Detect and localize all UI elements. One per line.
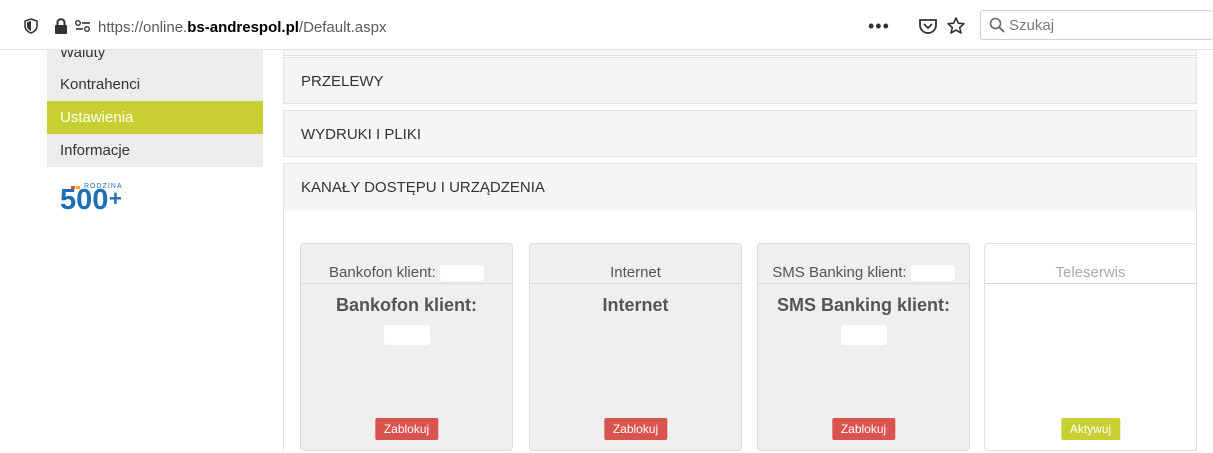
url-path: /Default.aspx bbox=[298, 19, 387, 36]
logo-plus: + bbox=[109, 186, 122, 211]
main-content: PRZELEWY WYDRUKI I PLIKI KANAŁY DOSTĘPU … bbox=[283, 50, 1197, 451]
card-header: Bankofon klient: bbox=[301, 244, 512, 284]
address-bar-url[interactable]: https://online.bs-andrespol.pl/Default.a… bbox=[98, 19, 386, 36]
card-title: Internet bbox=[602, 295, 669, 315]
redacted-number bbox=[439, 265, 484, 282]
sidebar-item-kontrahenci[interactable]: Kontrahenci bbox=[47, 68, 263, 101]
search-icon bbox=[989, 17, 1005, 33]
sidebar-item-informacje[interactable]: Informacje bbox=[47, 134, 263, 167]
section-wydruki-i-pliki[interactable]: WYDRUKI I PLIKI bbox=[283, 110, 1197, 157]
block-button[interactable]: Zablokuj bbox=[374, 418, 439, 440]
redacted-number bbox=[840, 325, 887, 346]
card-internet: Internet Internet Zablokuj bbox=[529, 243, 742, 451]
card-title: SMS Banking klient: bbox=[758, 292, 969, 346]
previous-section-edge bbox=[283, 50, 1197, 56]
browser-toolbar: https://online.bs-andrespol.pl/Default.a… bbox=[0, 0, 1213, 50]
sidebar-item-waluty[interactable]: Waluty bbox=[47, 50, 263, 68]
url-prefix: https://online. bbox=[98, 19, 188, 36]
block-button[interactable]: Zablokuj bbox=[831, 418, 896, 440]
search-field[interactable]: Szukaj bbox=[980, 10, 1213, 40]
section-kanaly-dostepu[interactable]: KANAŁY DOSTĘPU I URZĄDZENIA bbox=[283, 163, 1197, 211]
redacted-number bbox=[910, 265, 955, 282]
card-bankofon: Bankofon klient: Bankofon klient: Zablok… bbox=[300, 243, 513, 451]
permissions-icon[interactable] bbox=[74, 18, 92, 34]
card-title-label: Bankofon klient: bbox=[335, 295, 477, 315]
section-przelewy[interactable]: PRZELEWY bbox=[283, 57, 1197, 104]
block-button[interactable]: Zablokuj bbox=[603, 418, 668, 440]
card-header-label: Bankofon klient: bbox=[329, 264, 436, 281]
lock-icon[interactable] bbox=[54, 18, 68, 34]
bookmark-star-icon[interactable] bbox=[946, 15, 966, 37]
redacted-number bbox=[383, 325, 430, 346]
page-actions-menu-icon[interactable]: ••• bbox=[868, 15, 890, 37]
activate-button[interactable]: Aktywuj bbox=[1060, 418, 1121, 440]
card-header: SMS Banking klient: bbox=[758, 244, 969, 284]
rodzina-500-plus-logo[interactable]: RODZINA 500 + bbox=[60, 178, 140, 214]
url-domain: bs-andrespol.pl bbox=[187, 19, 299, 36]
card-title: Bankofon klient: bbox=[301, 292, 512, 346]
card-header: Teleserwis bbox=[985, 244, 1196, 284]
card-header-label: SMS Banking klient: bbox=[772, 264, 907, 281]
card-header: Internet bbox=[530, 244, 741, 284]
access-channels-panel: Bankofon klient: Bankofon klient: Zablok… bbox=[283, 211, 1197, 451]
search-placeholder: Szukaj bbox=[1009, 17, 1055, 34]
card-sms-banking: SMS Banking klient: SMS Banking klient: … bbox=[757, 243, 970, 451]
sidebar: Waluty Kontrahenci Ustawienia Informacje… bbox=[47, 50, 263, 214]
card-title-label: SMS Banking klient: bbox=[776, 295, 951, 315]
sidebar-item-ustawienia[interactable]: Ustawienia bbox=[47, 101, 263, 134]
logo-number: 500 bbox=[60, 184, 108, 214]
shield-icon[interactable] bbox=[24, 18, 38, 34]
card-teleserwis: Teleserwis Aktywuj bbox=[984, 243, 1197, 451]
pocket-icon[interactable] bbox=[918, 15, 938, 37]
